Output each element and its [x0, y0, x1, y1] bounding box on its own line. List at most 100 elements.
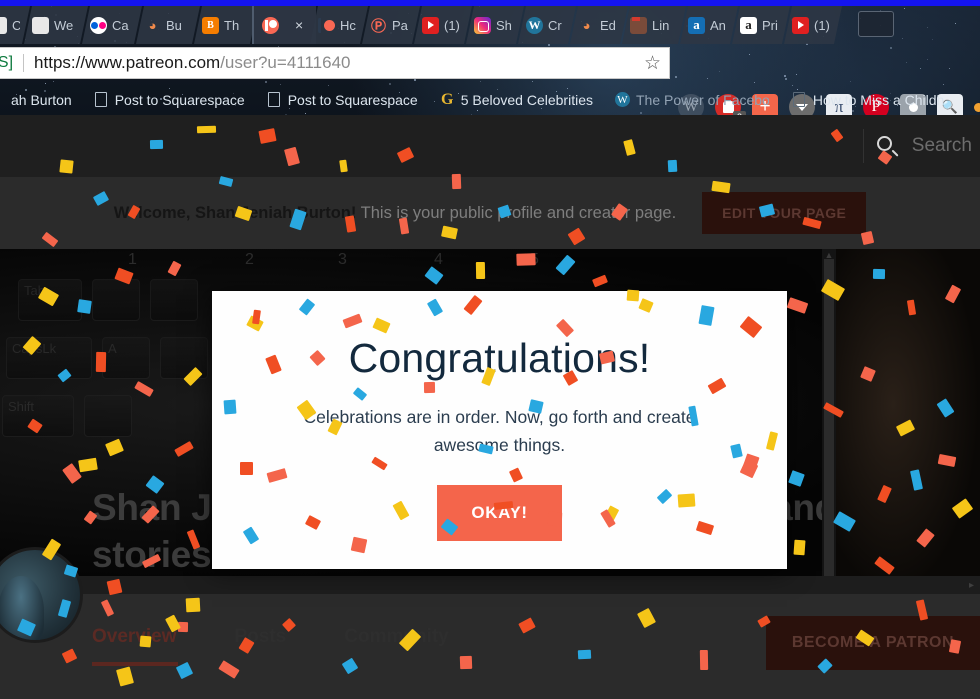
address-bar[interactable]: on, Inc. [US] https://www.patreon.com/us…	[0, 47, 670, 79]
bookmarks-bar: ah Burton Post to Squarespace Post to Squa…	[0, 84, 980, 115]
new-tab-button[interactable]	[858, 11, 894, 37]
scroll-up-arrow[interactable]: ▲	[825, 249, 834, 261]
tab-community[interactable]: Community	[344, 626, 471, 666]
browser-tab-7[interactable]: Ⓟ Pa	[362, 6, 420, 44]
flickr-icon	[90, 17, 107, 34]
document-icon	[32, 17, 49, 34]
search-input[interactable]: Search	[912, 135, 972, 157]
browser-tab-11[interactable]: ◕ Ed	[570, 6, 628, 44]
tab-overview[interactable]: Overview	[92, 626, 199, 666]
bookmark-item-2[interactable]: Post to Squarespace	[256, 84, 429, 115]
browser-tab-8[interactable]: (1)	[414, 6, 472, 44]
profile-photo-icon	[630, 17, 647, 34]
wordpress-icon: W	[526, 17, 543, 34]
bookmark-label: 5 Beloved Celebrities	[460, 91, 593, 108]
browser-tab-label: Ca	[12, 17, 20, 33]
creator-tabs: Overview Posts Community	[92, 626, 507, 666]
browser-tab-label: Cr	[548, 17, 562, 33]
browser-tab-13[interactable]: a An	[680, 6, 738, 44]
hellochat-icon	[318, 17, 335, 34]
bookmark-label: Post to Squarespace	[287, 91, 418, 108]
welcome-message: This is your public profile and creator …	[356, 203, 677, 222]
browser-tab-1[interactable]: We	[24, 6, 88, 44]
browser-tab-15[interactable]: (1)	[784, 6, 842, 44]
browser-tab-label: An	[710, 17, 726, 33]
tab-posts[interactable]: Posts	[235, 626, 309, 666]
browser-toolbar: on, Inc. [US] https://www.patreon.com/us…	[0, 44, 980, 115]
browser-tab-label: Hc	[340, 17, 356, 33]
security-label: on, Inc. [US]	[0, 54, 14, 71]
become-a-patron-button[interactable]: BECOME A PATRON	[765, 616, 980, 670]
browser-tab-label: Pri	[762, 17, 778, 33]
bookmark-item-4[interactable]: W The Power of Facebo	[604, 84, 781, 115]
masks-icon: ◕	[582, 17, 591, 33]
hero-horizontal-scrollbar[interactable]: ◂ ▸	[0, 576, 980, 594]
browser-tab-label: (1)	[814, 17, 830, 33]
window-accent-bar	[0, 0, 980, 6]
wordpress-icon: W	[614, 92, 630, 108]
congratulations-modal: Congratulations! Celebrations are in ord…	[212, 291, 787, 569]
instagram-icon	[474, 17, 491, 34]
patreon-outline-icon: Ⓟ	[370, 17, 386, 34]
generic-icon	[0, 17, 7, 34]
hero-vertical-scrollbar[interactable]: ▲ ▼	[822, 249, 836, 594]
browser-tab-2[interactable]: Ca	[82, 6, 142, 44]
bookmark-item-5[interactable]: How to Miss a Childh	[781, 84, 956, 115]
url-text: https://www.patreon.com/user?u=4111640	[34, 53, 350, 73]
patreon-icon	[262, 16, 279, 34]
bookmark-star-icon[interactable]: ☆	[644, 52, 661, 75]
browser-tab-label: Bu	[166, 17, 182, 33]
welcome-banner: Welcome, Shan Jeniah Burton! This is you…	[0, 177, 980, 249]
browser-tab-label: Pa	[392, 17, 408, 33]
amazon-blue-icon: a	[688, 17, 705, 34]
scroll-right-arrow[interactable]: ▸	[969, 580, 974, 591]
browser-tab-strip: Ca We Ca ◕ Bu B Th × Hc Ⓟ Pa (1) Sh W Cr ◕ Ed Lin a Ana Pri (…	[0, 6, 980, 44]
screen-root: Search Welcome, Shan Jeniah Burton! This…	[0, 0, 980, 699]
address-divider	[23, 54, 25, 72]
modal-title: Congratulations!	[348, 335, 651, 381]
scrollbar-thumb[interactable]	[824, 259, 834, 579]
amazon-white-icon: a	[740, 17, 757, 34]
bookmark-item-3[interactable]: G 5 Beloved Celebrities	[429, 84, 604, 115]
youtube-icon	[422, 17, 439, 34]
browser-tab-9[interactable]: Sh	[466, 6, 524, 44]
bookmark-label: Post to Squarespace	[114, 91, 245, 108]
browser-tab-label: Lin	[652, 17, 670, 33]
blogger-icon: B	[202, 17, 219, 34]
browser-tab-12[interactable]: Lin	[622, 6, 686, 44]
creator-tabs-bar: Overview Posts Community BECOME A PATRON	[0, 594, 980, 699]
okay-button[interactable]: OKAY!	[437, 485, 562, 542]
browser-tab-label: (1)	[444, 17, 460, 33]
goodreads-icon: G	[440, 90, 454, 108]
bookmark-item-0[interactable]: ah Burton	[0, 84, 83, 115]
bookmark-label: The Power of Facebo	[635, 91, 770, 108]
browser-tab-5[interactable]: ×	[252, 6, 316, 44]
youtube-icon	[792, 17, 809, 34]
nav-divider	[862, 129, 864, 163]
browser-tab-3[interactable]: ◕ Bu	[136, 6, 200, 44]
url-origin: https://www.patreon.com	[34, 53, 221, 72]
site-nav: Search	[0, 115, 980, 177]
browser-tab-6[interactable]: Hc	[310, 6, 368, 44]
browser-tab-label: Sh	[496, 17, 512, 33]
bookmark-label: How to Miss a Childh	[812, 91, 945, 108]
browser-tab-label: Th	[224, 17, 240, 33]
url-path: /user?u=4111640	[220, 53, 351, 72]
doc-icon-faint	[792, 92, 807, 108]
browser-tab-label: Ed	[600, 17, 616, 33]
browser-tab-14[interactable]: a Pri	[732, 6, 790, 44]
browser-tab-label: Ca	[112, 17, 129, 33]
doc-icon	[267, 92, 282, 108]
modal-body-text: Celebrations are in order. Now, go forth…	[303, 407, 696, 455]
site-search[interactable]: Search	[876, 135, 980, 157]
masks-icon: ◕	[148, 17, 157, 33]
bookmark-label: ah Burton	[11, 91, 72, 108]
close-icon[interactable]: ×	[295, 18, 303, 32]
welcome-greeting: Welcome, Shan Jeniah Burton!	[113, 203, 357, 222]
edit-your-page-button[interactable]: EDIT YOUR PAGE	[702, 192, 867, 234]
browser-tab-4[interactable]: B Th	[194, 6, 258, 44]
search-icon[interactable]	[876, 135, 900, 157]
bookmark-item-1[interactable]: Post to Squarespace	[83, 84, 256, 115]
browser-tab-10[interactable]: W Cr	[518, 6, 576, 44]
doc-icon	[94, 92, 109, 108]
